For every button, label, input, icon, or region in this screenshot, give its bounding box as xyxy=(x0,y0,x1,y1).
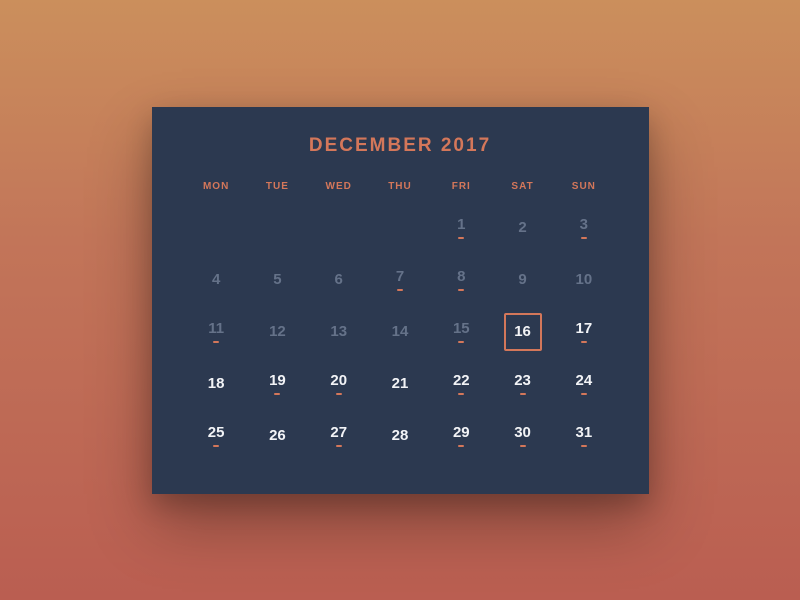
day-cell[interactable]: 10 xyxy=(555,254,612,306)
day-cell[interactable]: 5 xyxy=(249,254,306,306)
day-number: 28 xyxy=(392,428,409,443)
weekday-header: THU xyxy=(371,181,428,192)
day-number: 17 xyxy=(576,321,593,336)
day-number: 26 xyxy=(269,428,286,443)
day-number: 21 xyxy=(392,376,409,391)
day-number: 3 xyxy=(580,217,588,232)
day-cell[interactable]: 24 xyxy=(555,358,612,410)
day-number: 24 xyxy=(576,373,593,388)
day-cell[interactable]: 11 xyxy=(188,306,245,358)
day-cell[interactable]: 16 xyxy=(494,306,551,358)
day-cell[interactable]: 25 xyxy=(188,410,245,462)
day-cell[interactable]: 27 xyxy=(310,410,367,462)
day-cell[interactable]: 20 xyxy=(310,358,367,410)
event-indicator xyxy=(581,393,587,395)
day-cell[interactable]: 23 xyxy=(494,358,551,410)
day-cell[interactable]: 12 xyxy=(249,306,306,358)
day-cell[interactable]: 18 xyxy=(188,358,245,410)
day-number: 5 xyxy=(273,272,281,287)
event-indicator xyxy=(458,393,464,395)
weekday-header: SAT xyxy=(494,181,551,192)
day-cell[interactable]: 6 xyxy=(310,254,367,306)
event-indicator xyxy=(581,237,587,239)
weekday-header: TUE xyxy=(249,181,306,192)
today-indicator xyxy=(504,313,542,351)
event-indicator xyxy=(213,341,219,343)
event-indicator xyxy=(397,289,403,291)
day-cell[interactable]: 8 xyxy=(433,254,490,306)
weekday-header: SUN xyxy=(555,181,612,192)
event-indicator xyxy=(458,445,464,447)
day-cell[interactable]: 31 xyxy=(555,410,612,462)
day-cell[interactable]: 7 xyxy=(371,254,428,306)
event-indicator xyxy=(458,237,464,239)
day-cell[interactable]: 19 xyxy=(249,358,306,410)
day-number: 22 xyxy=(453,373,470,388)
day-number: 20 xyxy=(330,373,347,388)
event-indicator xyxy=(520,445,526,447)
event-indicator xyxy=(274,393,280,395)
day-number: 12 xyxy=(269,324,286,339)
event-indicator xyxy=(581,445,587,447)
weekday-header: MON xyxy=(188,181,245,192)
day-cell[interactable]: 30 xyxy=(494,410,551,462)
day-number: 14 xyxy=(392,324,409,339)
day-cell[interactable]: 1 xyxy=(433,202,490,254)
day-cell[interactable]: 4 xyxy=(188,254,245,306)
day-number: 1 xyxy=(457,217,465,232)
day-cell[interactable]: 21 xyxy=(371,358,428,410)
day-cell[interactable]: 13 xyxy=(310,306,367,358)
day-cell[interactable]: 3 xyxy=(555,202,612,254)
calendar-card: DECEMBER 2017 MONTUEWEDTHUFRISATSUN12345… xyxy=(152,107,649,494)
day-cell[interactable]: 29 xyxy=(433,410,490,462)
event-indicator xyxy=(336,445,342,447)
event-indicator xyxy=(520,393,526,395)
day-number: 31 xyxy=(576,425,593,440)
day-number: 4 xyxy=(212,272,220,287)
day-number: 15 xyxy=(453,321,470,336)
day-number: 30 xyxy=(514,425,531,440)
weekday-header: FRI xyxy=(433,181,490,192)
day-number: 11 xyxy=(208,321,224,336)
calendar-title: DECEMBER 2017 xyxy=(188,135,613,157)
calendar-grid: MONTUEWEDTHUFRISATSUN1234567891011121314… xyxy=(188,181,613,462)
day-number: 19 xyxy=(269,373,286,388)
day-number: 2 xyxy=(518,220,526,235)
day-cell[interactable]: 28 xyxy=(371,410,428,462)
day-cell[interactable]: 14 xyxy=(371,306,428,358)
day-cell[interactable]: 22 xyxy=(433,358,490,410)
day-number: 8 xyxy=(457,269,465,284)
event-indicator xyxy=(336,393,342,395)
day-cell[interactable]: 26 xyxy=(249,410,306,462)
weekday-header: WED xyxy=(310,181,367,192)
day-number: 6 xyxy=(335,272,343,287)
event-indicator xyxy=(213,445,219,447)
day-number: 27 xyxy=(330,425,347,440)
event-indicator xyxy=(458,289,464,291)
day-cell[interactable]: 2 xyxy=(494,202,551,254)
day-cell[interactable]: 15 xyxy=(433,306,490,358)
event-indicator xyxy=(581,341,587,343)
day-number: 18 xyxy=(208,376,225,391)
day-number: 7 xyxy=(396,269,404,284)
day-number: 25 xyxy=(208,425,225,440)
day-number: 9 xyxy=(518,272,526,287)
day-number: 23 xyxy=(514,373,531,388)
day-number: 13 xyxy=(330,324,347,339)
event-indicator xyxy=(458,341,464,343)
day-number: 10 xyxy=(576,272,593,287)
day-cell[interactable]: 17 xyxy=(555,306,612,358)
day-number: 29 xyxy=(453,425,470,440)
day-cell[interactable]: 9 xyxy=(494,254,551,306)
